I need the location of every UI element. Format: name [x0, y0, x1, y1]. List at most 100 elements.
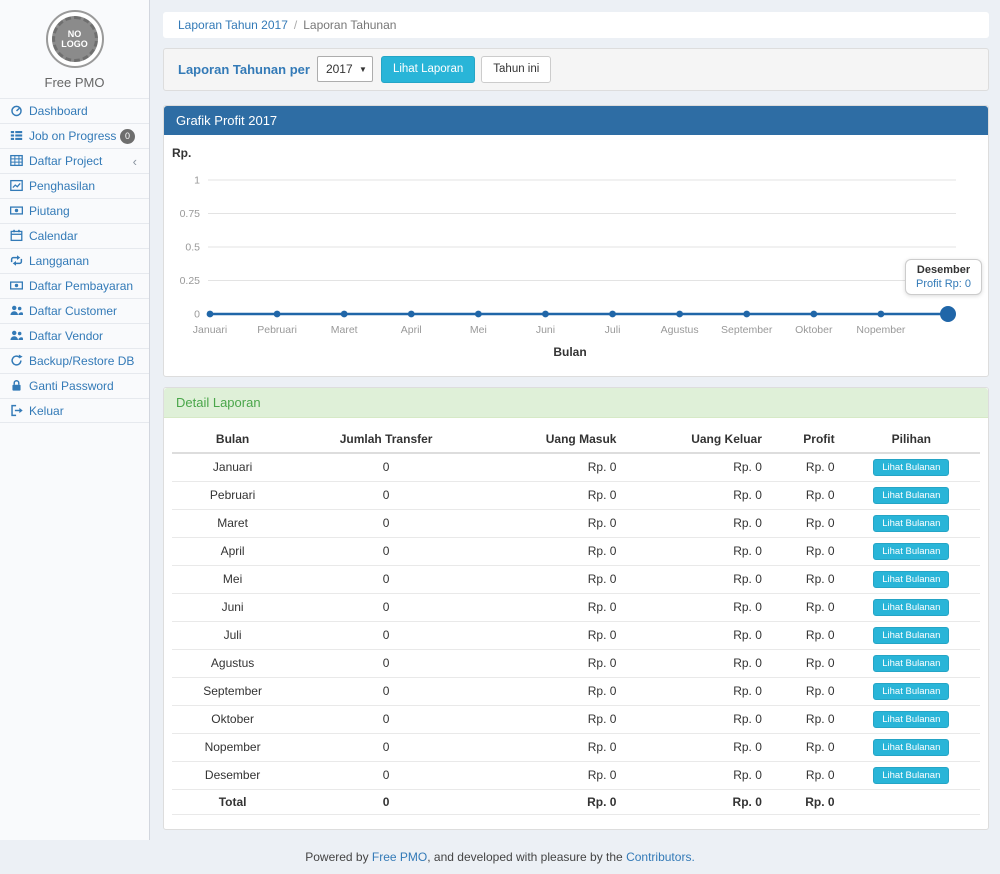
sidebar-item-piutang[interactable]: Piutang [0, 198, 149, 223]
sidebar-item-label: Ganti Password [29, 379, 141, 393]
profit-line-chart: Rp.10.750.50.250JanuariPebruariMaretApri… [170, 143, 982, 371]
lihat-bulanan-button[interactable]: Lihat Bulanan [873, 767, 949, 784]
total-cell: Rp. 0 [770, 789, 843, 814]
year-select[interactable]: 2017 ▼ [317, 56, 373, 82]
lihat-bulanan-button[interactable]: Lihat Bulanan [873, 571, 949, 588]
table-cell: Oktober [172, 705, 293, 733]
footer-middle: , and developed with pleasure by the [427, 850, 626, 864]
calendar-icon [10, 229, 24, 243]
lihat-bulanan-button[interactable]: Lihat Bulanan [873, 515, 949, 532]
y-axis-unit-label: Rp. [172, 146, 191, 160]
table-cell: Agustus [172, 649, 293, 677]
lihat-bulanan-button[interactable]: Lihat Bulanan [873, 711, 949, 728]
data-point [542, 311, 549, 318]
table-cell: Rp. 0 [770, 705, 843, 733]
y-tick-label: 0.75 [180, 208, 201, 220]
breadcrumb-separator: / [294, 18, 297, 32]
table-cell: Rp. 0 [624, 733, 769, 761]
table-cell: Rp. 0 [624, 537, 769, 565]
lihat-bulanan-button[interactable]: Lihat Bulanan [873, 487, 949, 504]
table-cell: Rp. 0 [479, 677, 624, 705]
filter-panel: Laporan Tahunan per 2017 ▼ Lihat Laporan… [163, 48, 989, 91]
table-cell: Rp. 0 [479, 509, 624, 537]
lock-icon [10, 379, 24, 393]
sidebar-item-backup-restore-db[interactable]: Backup/Restore DB [0, 348, 149, 373]
column-header: Profit [770, 426, 843, 453]
chevron-down-icon: ▼ [359, 65, 367, 74]
lihat-bulanan-button[interactable]: Lihat Bulanan [873, 683, 949, 700]
sidebar-item-job-on-progress[interactable]: Job on Progress0 [0, 123, 149, 148]
table-row: Pebruari0Rp. 0Rp. 0Rp. 0Lihat Bulanan [172, 481, 980, 509]
filter-label: Laporan Tahunan per [178, 62, 310, 77]
table-cell: Nopember [172, 733, 293, 761]
sidebar-item-ganti-password[interactable]: Ganti Password [0, 373, 149, 398]
table-row: September0Rp. 0Rp. 0Rp. 0Lihat Bulanan [172, 677, 980, 705]
sidebar-item-keluar[interactable]: Keluar [0, 398, 149, 423]
table-cell: 0 [293, 481, 479, 509]
lihat-bulanan-button[interactable]: Lihat Bulanan [873, 655, 949, 672]
lihat-bulanan-button[interactable]: Lihat Bulanan [873, 739, 949, 756]
breadcrumb-link-laporan-tahun[interactable]: Laporan Tahun 2017 [178, 18, 288, 32]
data-point [609, 311, 616, 318]
lihat-bulanan-button[interactable]: Lihat Bulanan [873, 459, 949, 476]
table-cell: Rp. 0 [624, 509, 769, 537]
table-cell: Rp. 0 [479, 453, 624, 482]
sidebar-nav: DashboardJob on Progress0Daftar Project‹… [0, 98, 149, 423]
x-tick-label: Pebruari [257, 324, 297, 336]
lihat-bulanan-button[interactable]: Lihat Bulanan [873, 599, 949, 616]
footer-link-freepmo[interactable]: Free PMO [372, 850, 427, 864]
refresh-icon [10, 354, 24, 368]
sidebar-item-dashboard[interactable]: Dashboard [0, 98, 149, 123]
x-tick-label: Januari [193, 324, 227, 336]
footer-link-contributors[interactable]: Contributors. [626, 850, 695, 864]
sidebar-item-label: Daftar Vendor [29, 329, 141, 343]
table-cell: Maret [172, 509, 293, 537]
table-cell: Rp. 0 [770, 509, 843, 537]
sidebar-item-label: Daftar Project [29, 154, 133, 168]
table-cell-action: Lihat Bulanan [843, 621, 980, 649]
table-cell-action: Lihat Bulanan [843, 677, 980, 705]
lihat-laporan-button[interactable]: Lihat Laporan [381, 56, 475, 83]
table-cell: 0 [293, 677, 479, 705]
app-logo: NO LOGO [46, 10, 104, 68]
sidebar-item-calendar[interactable]: Calendar [0, 223, 149, 248]
users-icon [10, 329, 24, 343]
table-icon [10, 154, 24, 168]
data-point [743, 311, 750, 318]
table-cell: Rp. 0 [479, 593, 624, 621]
lihat-bulanan-button[interactable]: Lihat Bulanan [873, 627, 949, 644]
table-cell-action: Lihat Bulanan [843, 565, 980, 593]
sidebar-item-label: Backup/Restore DB [29, 354, 141, 368]
sidebar-item-daftar-project[interactable]: Daftar Project‹ [0, 148, 149, 173]
sidebar-item-daftar-customer[interactable]: Daftar Customer [0, 298, 149, 323]
x-tick-label: Juli [605, 324, 621, 336]
x-tick-label: Agustus [661, 324, 699, 336]
data-point [408, 311, 415, 318]
sidebar-item-daftar-vendor[interactable]: Daftar Vendor [0, 323, 149, 348]
table-cell: Rp. 0 [624, 649, 769, 677]
tahun-ini-button[interactable]: Tahun ini [481, 56, 551, 83]
detail-panel: Detail Laporan BulanJumlah TransferUang … [163, 387, 989, 830]
y-tick-label: 0 [194, 308, 200, 320]
table-cell: Desember [172, 761, 293, 789]
table-cell: Januari [172, 453, 293, 482]
table-header-row: BulanJumlah TransferUang MasukUang Kelua… [172, 426, 980, 453]
sign-out-icon [10, 404, 24, 418]
users-icon [10, 304, 24, 318]
y-tick-label: 1 [194, 174, 200, 186]
sidebar-item-langganan[interactable]: Langganan [0, 248, 149, 273]
table-cell: Rp. 0 [479, 733, 624, 761]
table-cell: Rp. 0 [479, 565, 624, 593]
sidebar-item-daftar-pembayaran[interactable]: Daftar Pembayaran [0, 273, 149, 298]
table-cell-action: Lihat Bulanan [843, 481, 980, 509]
chart-panel-title: Grafik Profit 2017 [164, 106, 988, 135]
year-select-value: 2017 [326, 62, 353, 76]
data-point [676, 311, 683, 318]
x-tick-label: Juni [536, 324, 555, 336]
lihat-bulanan-button[interactable]: Lihat Bulanan [873, 543, 949, 560]
count-badge: 0 [120, 129, 135, 144]
table-cell: Rp. 0 [479, 705, 624, 733]
table-cell: Rp. 0 [624, 761, 769, 789]
sidebar-item-penghasilan[interactable]: Penghasilan [0, 173, 149, 198]
table-cell: Juni [172, 593, 293, 621]
